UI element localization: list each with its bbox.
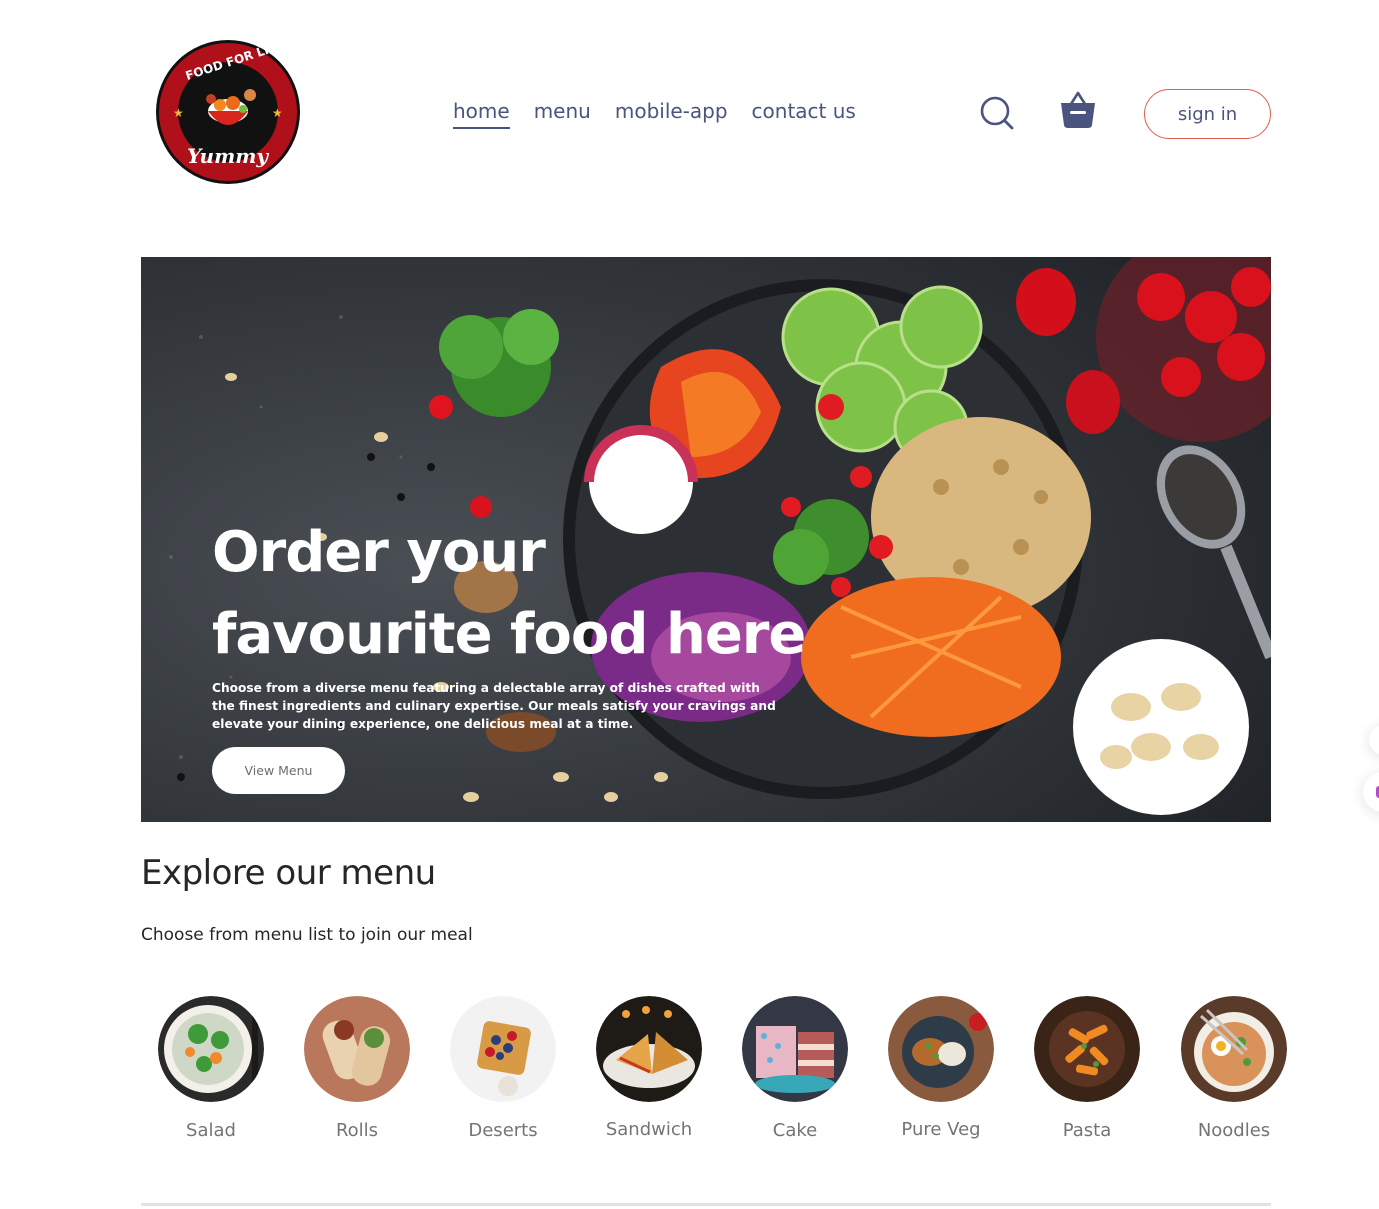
menu-category-label: Rolls	[335, 1120, 379, 1141]
menu-category-pure-veg[interactable]: Pure Veg	[871, 996, 1011, 1156]
nav-item-home[interactable]: home	[453, 98, 510, 129]
menu-category-label: Cake	[772, 1120, 818, 1141]
nav-item-contact-us[interactable]: contact us	[752, 98, 856, 129]
menu-category-sandwich[interactable]: Sandwich	[579, 996, 719, 1156]
sandwich-image	[596, 996, 702, 1102]
menu-category-list: Salad Rolls Deserts Sandwich Cake Pure V…	[141, 996, 1287, 1156]
hero-title: Order your favourite food here	[212, 520, 806, 667]
floating-widget-button[interactable]	[1369, 725, 1379, 755]
cake-image	[742, 996, 848, 1102]
menu-category-noodles[interactable]: Noodles	[1164, 996, 1304, 1156]
view-menu-button[interactable]: View Menu	[212, 747, 345, 794]
menu-category-label: Pure Veg	[901, 1119, 981, 1140]
menu-category-salad[interactable]: Salad	[141, 996, 281, 1156]
menu-category-label: Deserts	[468, 1120, 538, 1141]
salad-image	[158, 996, 264, 1102]
section-divider	[141, 1203, 1271, 1206]
menu-category-deserts[interactable]: Deserts	[433, 996, 573, 1156]
explore-menu-title: Explore our menu	[141, 853, 436, 893]
svg-text:★: ★	[173, 106, 184, 120]
deserts-image	[450, 996, 556, 1102]
pure-veg-image	[888, 996, 994, 1102]
menu-category-label: Sandwich	[605, 1119, 693, 1140]
menu-category-cake[interactable]: Cake	[725, 996, 865, 1156]
nav-item-mobile-app[interactable]: mobile-app	[615, 98, 728, 129]
pasta-image	[1034, 996, 1140, 1102]
rolls-image	[304, 996, 410, 1102]
basket-icon[interactable]	[1058, 90, 1098, 130]
main-nav: home menu mobile-app contact us	[453, 98, 856, 129]
menu-category-pasta[interactable]: Pasta	[1017, 996, 1157, 1156]
menu-category-label: Salad	[186, 1120, 236, 1141]
logo-script-text: Yummy	[187, 144, 269, 168]
hero-banner: Order your favourite food here Choose fr…	[141, 257, 1271, 822]
sign-in-button[interactable]: sign in	[1144, 89, 1271, 139]
noodles-image	[1181, 996, 1287, 1102]
hero-description: Choose from a diverse menu featuring a d…	[212, 681, 776, 731]
nav-item-menu[interactable]: menu	[534, 98, 591, 129]
search-icon[interactable]	[978, 94, 1016, 132]
floating-chat-button[interactable]	[1363, 772, 1379, 812]
logo[interactable]: FOOD FOR LIFE ★ ★ Yummy	[155, 38, 301, 185]
menu-category-rolls[interactable]: Rolls	[287, 996, 427, 1156]
menu-category-label: Pasta	[1062, 1120, 1112, 1141]
svg-text:★: ★	[272, 106, 283, 120]
explore-menu-subtitle: Choose from menu list to join our meal	[141, 925, 473, 945]
menu-category-label: Noodles	[1197, 1120, 1271, 1141]
